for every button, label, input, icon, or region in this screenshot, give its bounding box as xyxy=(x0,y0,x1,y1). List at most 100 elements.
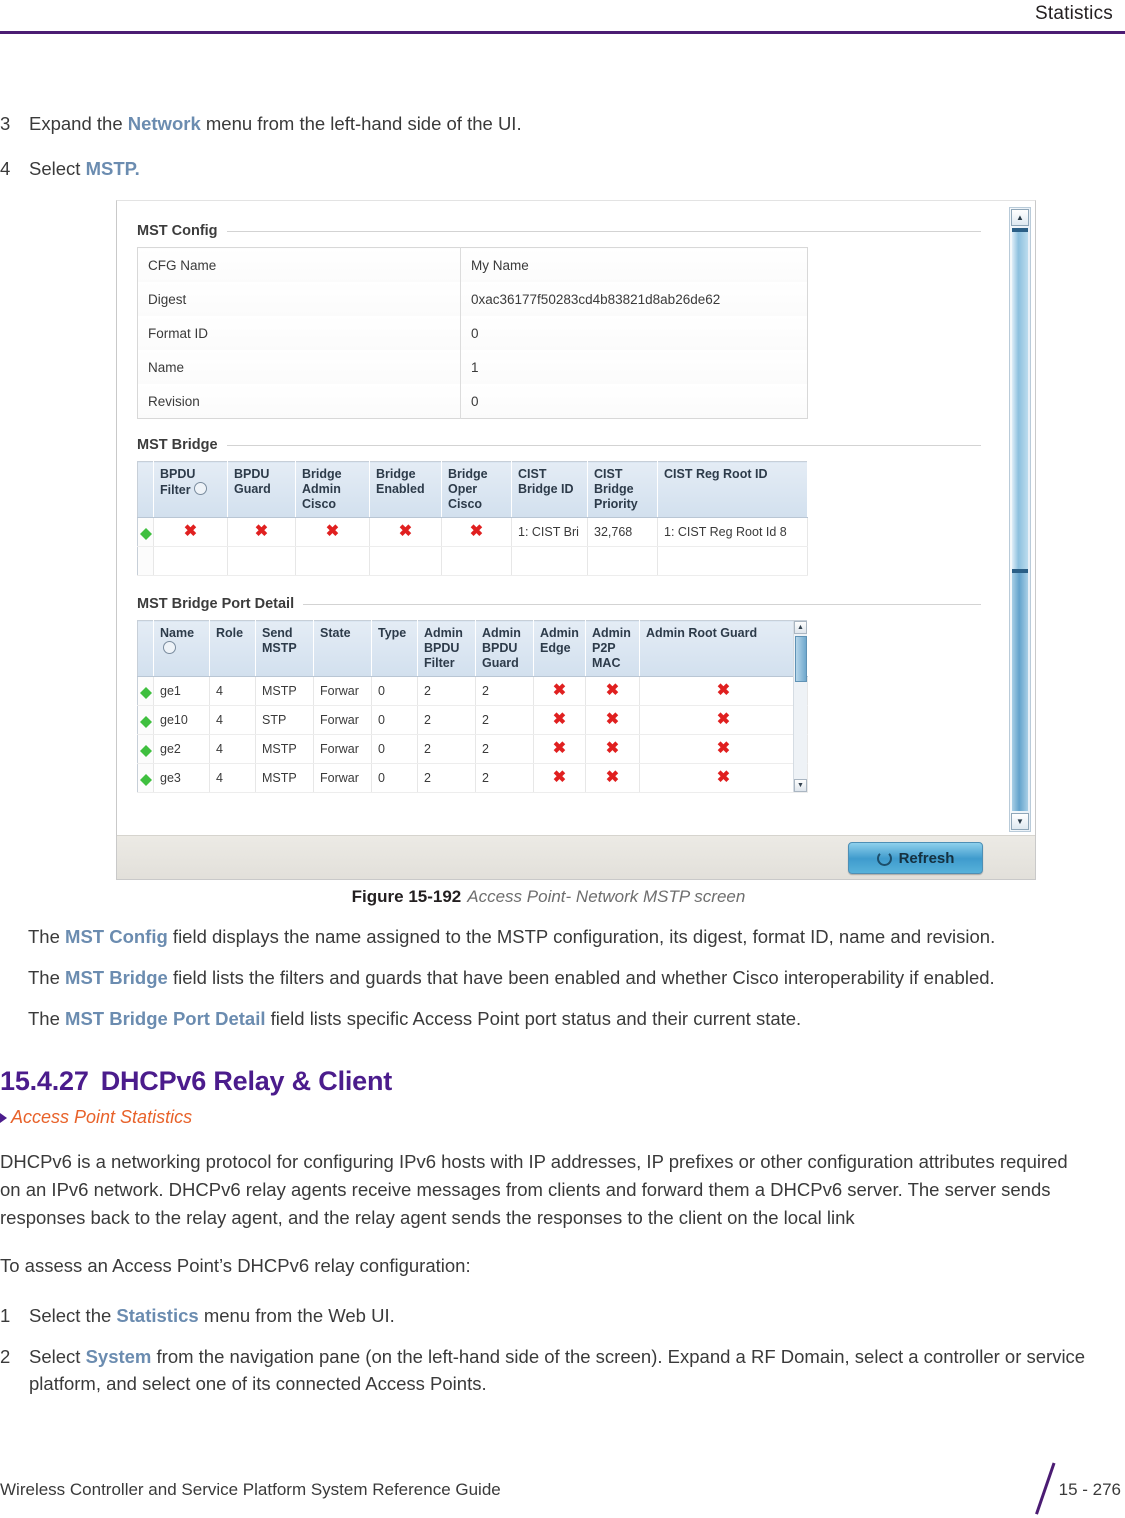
cell-admin-bpdu-guard: 2 xyxy=(475,734,534,764)
row-selector-cell[interactable] xyxy=(137,517,154,547)
arrow-right-icon xyxy=(0,1112,7,1123)
list-item: 1 Select the Statistics menu from the We… xyxy=(0,1302,1097,1329)
scroll-up-icon[interactable]: ▲ xyxy=(794,621,807,634)
cell-type: 0 xyxy=(371,734,418,764)
sort-indicator-icon[interactable] xyxy=(163,641,176,654)
x-mark-icon: ✖ xyxy=(552,740,567,757)
x-mark-icon: ✖ xyxy=(183,523,198,540)
x-mark-icon: ✖ xyxy=(552,769,567,786)
mst-config-label: MST Config xyxy=(137,223,218,239)
cell-bpdu-filter: ✖ xyxy=(153,517,228,547)
port-detail-scrollbar[interactable]: ▲ ▼ xyxy=(793,621,807,792)
mst-bridge-port-detail-table: Name Role Send MSTP State Type Admin BPD… xyxy=(137,620,808,793)
list-item: 2 Select System from the navigation pane… xyxy=(0,1343,1097,1397)
scroll-down-icon[interactable]: ▼ xyxy=(1011,813,1029,830)
column-header-name[interactable]: Name xyxy=(153,620,210,677)
intro-paragraph: DHCPv6 is a networking protocol for conf… xyxy=(0,1151,1068,1228)
cell-bridge-oper-cisco: ✖ xyxy=(441,517,512,547)
column-header-cist-reg-root-id[interactable]: CIST Reg Root ID xyxy=(657,461,808,518)
cell-admin-root-guard: ✖ xyxy=(639,763,808,793)
column-header-bridge-oper-cisco[interactable]: Bridge Oper Cisco xyxy=(441,461,512,518)
table-row[interactable]: ge3 4 MSTP Forwar 0 2 2 ✖ ✖ ✖ xyxy=(137,763,808,793)
step-text-post: from the navigation pane (on the left-ha… xyxy=(29,1346,1086,1394)
paragraph-pre: The xyxy=(28,926,66,947)
cross-reference-link[interactable]: Access Point Statistics xyxy=(0,1107,1097,1128)
column-header-state[interactable]: State xyxy=(313,620,372,677)
refresh-button[interactable]: Refresh xyxy=(848,842,983,874)
row-selector-cell[interactable] xyxy=(137,734,154,764)
step-keyword: System xyxy=(85,1346,152,1367)
paragraph-keyword: MST Bridge Port Detail xyxy=(65,1008,266,1029)
section-heading: 15.4.27 DHCPv6 Relay & Client xyxy=(0,1066,1097,1097)
cell-bridge-enabled: ✖ xyxy=(369,517,442,547)
paragraph-keyword: MST Config xyxy=(65,926,168,947)
mst-bridge-label: MST Bridge xyxy=(137,437,218,453)
cell-name: ge3 xyxy=(153,763,210,793)
paragraph-keyword: MST Bridge xyxy=(65,967,168,988)
sort-indicator-icon[interactable] xyxy=(193,482,207,495)
empty-cell xyxy=(441,546,512,576)
column-header-label: BPDU Filter xyxy=(160,467,196,497)
legend-rule xyxy=(226,230,981,232)
column-header-send-mstp[interactable]: Send MSTP xyxy=(255,620,314,677)
table-row[interactable]: ge2 4 MSTP Forwar 0 2 2 ✖ ✖ ✖ xyxy=(137,734,808,764)
mst-config-legend: MST Config xyxy=(137,223,981,239)
mst-config-table: CFG Name My Name Digest 0xac36177f50283c… xyxy=(137,247,808,419)
x-mark-icon: ✖ xyxy=(716,740,731,757)
column-header-bridge-enabled[interactable]: Bridge Enabled xyxy=(369,461,442,518)
column-header-bridge-admin-cisco[interactable]: Bridge Admin Cisco xyxy=(295,461,370,518)
step-text-pre: Select the xyxy=(29,1305,117,1326)
row-selector-cell[interactable] xyxy=(137,763,154,793)
scrollbar-thumb[interactable] xyxy=(1012,228,1028,573)
port-detail-table-wrap: Name Role Send MSTP State Type Admin BPD… xyxy=(137,620,808,793)
empty-cell xyxy=(511,546,588,576)
page-content: 3 Expand the Network menu from the left-… xyxy=(0,34,1125,1428)
empty-cell xyxy=(227,546,296,576)
x-mark-icon: ✖ xyxy=(605,769,620,786)
screenshot-vertical-scrollbar[interactable]: ▲ ▼ xyxy=(1009,207,1031,832)
row-selector-cell[interactable] xyxy=(137,676,154,706)
step-text-pre: Select xyxy=(29,1346,86,1367)
column-header-role[interactable]: Role xyxy=(209,620,256,677)
scroll-up-icon[interactable]: ▲ xyxy=(1011,209,1029,226)
column-header-admin-edge[interactable]: Admin Edge xyxy=(533,620,586,677)
column-header-bpdu-filter[interactable]: BPDU Filter xyxy=(153,461,228,518)
column-header-cist-bridge-id[interactable]: CIST Bridge ID xyxy=(511,461,588,518)
select-column-header xyxy=(137,620,154,677)
cfg-key: Revision xyxy=(137,384,461,419)
step-text-post: menu from the left-hand side of the UI. xyxy=(200,113,522,134)
step-text-post: menu from the Web UI. xyxy=(198,1305,395,1326)
screenshot-footer-bar: Refresh xyxy=(117,835,1035,879)
mst-bridge-legend: MST Bridge xyxy=(137,437,981,453)
cell-admin-bpdu-filter: 2 xyxy=(417,705,476,735)
cell-bpdu-guard: ✖ xyxy=(227,517,296,547)
cell-admin-edge: ✖ xyxy=(533,705,586,735)
cell-admin-bpdu-filter: 2 xyxy=(417,763,476,793)
scrollbar-thumb[interactable] xyxy=(795,636,807,682)
row-marker-icon xyxy=(139,710,152,728)
scroll-down-icon[interactable]: ▼ xyxy=(794,779,807,792)
column-header-cist-bridge-priority[interactable]: CIST Bridge Priority xyxy=(587,461,658,518)
column-header-admin-bpdu-filter[interactable]: Admin BPDU Filter xyxy=(417,620,476,677)
table-header-row: BPDU Filter BPDU Guard Bridge Admin Cisc… xyxy=(137,461,808,518)
table-row[interactable]: ge10 4 STP Forwar 0 2 2 ✖ ✖ ✖ xyxy=(137,705,808,735)
steps-top-list: 3 Expand the Network menu from the left-… xyxy=(0,34,1097,182)
column-header-admin-root-guard[interactable]: Admin Root Guard xyxy=(639,620,808,677)
column-header-type[interactable]: Type xyxy=(371,620,418,677)
empty-cell xyxy=(587,546,658,576)
figure-caption-text: Access Point- Network MSTP screen xyxy=(467,887,746,906)
table-row[interactable]: ✖ ✖ ✖ ✖ ✖ 1: CIST Bri 32,768 1: CIST Reg… xyxy=(137,517,808,547)
cfg-value: 0xac36177f50283cd4b83821d8ab26de62 xyxy=(460,282,808,316)
column-header-admin-p2p-mac[interactable]: Admin P2P MAC xyxy=(585,620,640,677)
row-selector-cell[interactable] xyxy=(137,705,154,735)
empty-cell xyxy=(369,546,442,576)
x-mark-icon: ✖ xyxy=(552,711,567,728)
step-number: 1 xyxy=(0,1305,11,1326)
cfg-value: 0 xyxy=(460,316,808,350)
cross-reference-label: Access Point Statistics xyxy=(11,1107,193,1127)
cell-send-mstp: MSTP xyxy=(255,676,314,706)
column-header-bpdu-guard[interactable]: BPDU Guard xyxy=(227,461,296,518)
column-header-admin-bpdu-guard[interactable]: Admin BPDU Guard xyxy=(475,620,534,677)
table-row[interactable]: ge1 4 MSTP Forwar 0 2 2 ✖ ✖ ✖ xyxy=(137,676,808,706)
cell-send-mstp: STP xyxy=(255,705,314,735)
